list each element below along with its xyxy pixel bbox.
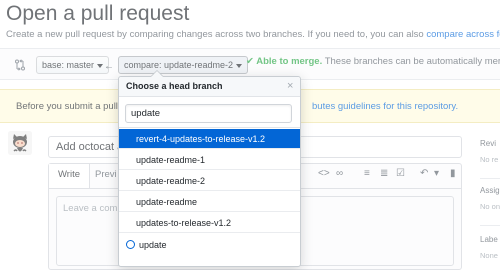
reply-icon[interactable]: ↶ <box>420 168 428 179</box>
branch-icon <box>126 240 135 250</box>
code-icon[interactable]: <> <box>318 168 330 179</box>
base-branch-label: base: master <box>42 60 95 70</box>
labels-label[interactable]: Labe <box>480 235 498 244</box>
avatar[interactable] <box>8 131 32 155</box>
base-branch-button[interactable]: base: master <box>36 56 110 74</box>
page-subtitle: Create a new pull request by comparing c… <box>6 29 500 40</box>
reviewers-label[interactable]: Revi <box>480 139 496 148</box>
contributing-guidelines-link[interactable]: butes guidelines for this repository. <box>312 101 458 112</box>
sidebar-divider <box>480 178 500 179</box>
labels-value: None <box>480 251 498 260</box>
merge-note-text: These branches can be automatically merg… <box>324 56 500 67</box>
chevron-down-icon <box>236 63 243 68</box>
subtitle-text: Create a new pull request by comparing c… <box>6 29 424 40</box>
assignees-label[interactable]: Assig <box>480 186 500 195</box>
compare-branch-label: compare: update-readme-2 <box>124 60 234 70</box>
page-title: Open a pull request <box>6 2 190 25</box>
create-branch-label: update <box>139 240 167 250</box>
bookmark-icon[interactable]: ▮ <box>450 168 456 179</box>
tab-write[interactable]: Write <box>49 164 90 189</box>
create-branch-item[interactable]: update <box>119 235 300 255</box>
compare-across-forks-link[interactable]: compare across forks. <box>426 29 500 40</box>
merge-ok-text: ✔ Able to merge. <box>246 56 323 67</box>
banner-text: Before you submit a pull r <box>16 101 124 112</box>
unordered-list-icon[interactable]: ≡ <box>364 168 370 179</box>
task-list-icon[interactable]: ☑ <box>396 168 405 179</box>
branch-item[interactable]: updates-to-release-v1.2 <box>119 213 300 233</box>
ordered-list-icon[interactable]: ≣ <box>380 168 388 179</box>
sidebar-divider <box>480 225 500 226</box>
pull-request-page: Open a pull request Create a new pull re… <box>0 0 500 270</box>
compare-branch-button[interactable]: compare: update-readme-2 <box>118 56 249 74</box>
dropdown-header: Choose a head branch × <box>119 77 300 97</box>
dropdown-title: Choose a head branch <box>126 81 223 91</box>
branch-filter-input[interactable]: update <box>125 104 292 123</box>
octocat-avatar-icon <box>8 131 32 155</box>
chevron-down-icon[interactable]: ▾ <box>434 168 439 179</box>
chevron-down-icon <box>97 63 104 68</box>
merge-status: ✔ Able to merge. These branches can be a… <box>246 56 500 67</box>
arrow-left-icon: ← <box>104 61 114 72</box>
head-branch-dropdown: Choose a head branch × update revert-4-u… <box>118 76 301 267</box>
close-icon[interactable]: × <box>287 80 293 92</box>
branch-item[interactable]: update-readme-1 <box>119 150 300 170</box>
branch-item[interactable]: update-readme-2 <box>119 171 300 191</box>
assignees-value: No on <box>480 202 500 211</box>
branch-item[interactable]: revert-4-updates-to-release-v1.2 <box>119 129 300 149</box>
link-icon[interactable]: ∞ <box>336 168 343 179</box>
branch-item[interactable]: update-readme <box>119 192 300 212</box>
reviewers-value: No re <box>480 155 499 164</box>
git-compare-icon <box>15 59 25 71</box>
dropdown-filter-container: update <box>119 98 300 128</box>
dropdown-caret-inner <box>151 71 163 77</box>
